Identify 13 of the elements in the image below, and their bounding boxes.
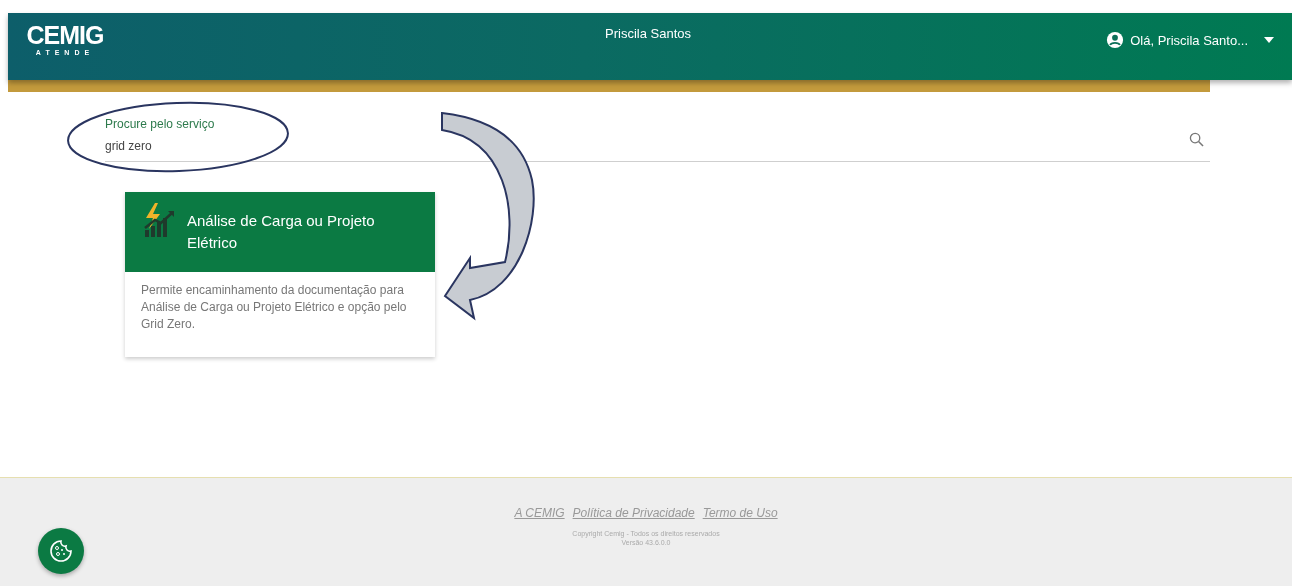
account-icon: [1106, 31, 1125, 49]
cookie-icon: [49, 539, 73, 563]
card-title: Análise de Carga ou Projeto Elétrico: [187, 211, 376, 253]
caret-icon: [1264, 37, 1274, 43]
user-name: Priscila Santos: [605, 26, 691, 41]
user-menu-button[interactable]: Olá, Priscila Santo...: [1104, 29, 1276, 51]
search-icon[interactable]: [1189, 132, 1204, 147]
cookie-button[interactable]: [38, 528, 84, 574]
card-description: Permite encaminhamento da documentação para Análise de Carga ou Projeto Elétrico e opção pelo Grid Zero.: [140, 282, 408, 333]
search-value: grid zero: [105, 139, 153, 153]
search-label: Procure pelo serviço: [105, 117, 216, 131]
logo-text: CEMIG: [26, 23, 104, 48]
service-card[interactable]: Análise de Carga ou Projeto Elétrico Permite encaminhamento da documentação para Análise de Carga ou Projeto Elétrico e opção pelo Grid Zero.: [125, 192, 435, 357]
